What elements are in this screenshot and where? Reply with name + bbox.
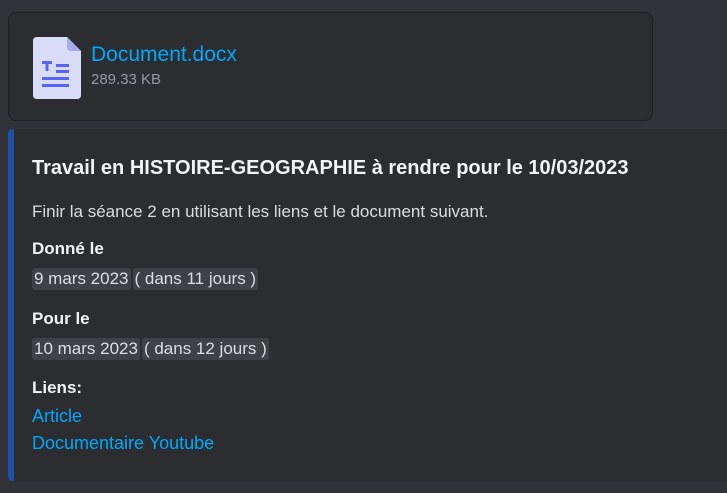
timestamp-relative[interactable]: ( dans 12 jours ) [141,338,269,360]
timestamp-date[interactable]: 10 mars 2023 [32,338,140,360]
file-attachment[interactable]: Document.docx 289.33 KB [8,12,653,121]
field-name-due: Pour le [32,309,90,328]
field-name-links: Liens: [32,378,83,397]
embed-title: Travail en HISTOIRE-GEOGRAPHIE à rendre … [32,157,629,179]
timestamp-relative[interactable]: ( dans 11 jours ) [132,268,259,290]
file-name-link[interactable]: Document.docx [91,43,237,67]
file-size: 289.33 KB [91,71,162,88]
field-value-given: 9 mars 2023 ( dans 11 jours ) [32,268,259,290]
embed-accent-bar [8,129,14,481]
embed-description: Finir la séance 2 en utilisant les liens… [32,202,489,221]
field-value-due: 10 mars 2023 ( dans 12 jours ) [32,338,269,360]
link-documentaire-youtube[interactable]: Documentaire Youtube [32,433,214,454]
embed-card: Travail en HISTOIRE-GEOGRAPHIE à rendre … [8,129,727,481]
timestamp-date[interactable]: 9 mars 2023 [32,268,131,290]
document-file-icon [33,37,81,99]
link-article[interactable]: Article [32,406,82,427]
field-name-given: Donné le [32,239,104,258]
